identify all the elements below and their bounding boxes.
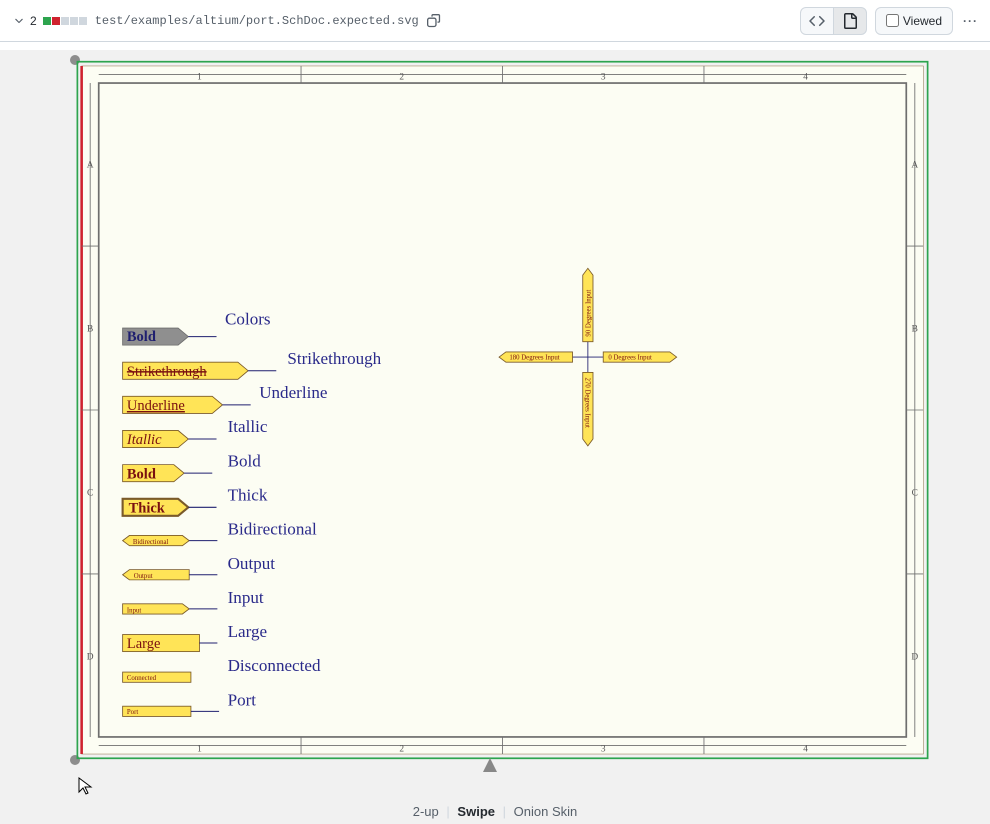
svg-text:Bold: Bold — [127, 329, 156, 345]
mode-2up[interactable]: 2-up — [413, 804, 439, 819]
svg-text:Large: Large — [228, 622, 267, 641]
svg-text:B: B — [912, 324, 918, 334]
svg-text:3: 3 — [601, 744, 606, 754]
svg-text:D: D — [87, 652, 94, 662]
svg-text:Input: Input — [228, 588, 264, 607]
svg-text:4: 4 — [803, 73, 808, 83]
file-path[interactable]: test/examples/altium/port.SchDoc.expecte… — [95, 14, 419, 28]
svg-text:1: 1 — [197, 73, 202, 83]
svg-text:Strikethrough: Strikethrough — [127, 364, 207, 380]
svg-text:270 Degrees Input: 270 Degrees Input — [583, 378, 590, 428]
copy-path-icon[interactable] — [427, 14, 441, 28]
svg-text:C: C — [87, 488, 93, 498]
diff-body: 1 2 3 4 1 2 3 4 A B C D A B C D Bold Colors Striketh… — [0, 50, 990, 824]
svg-text:Output: Output — [134, 573, 153, 580]
svg-text:Connected: Connected — [127, 675, 157, 682]
svg-text:Underline: Underline — [127, 398, 185, 414]
mode-swipe[interactable]: Swipe — [457, 804, 495, 819]
svg-text:Bold: Bold — [228, 451, 262, 470]
svg-text:D: D — [911, 652, 918, 662]
svg-text:A: A — [911, 161, 918, 171]
svg-text:3: 3 — [601, 73, 606, 83]
svg-text:Port: Port — [228, 690, 257, 709]
svg-text:Thick: Thick — [129, 500, 166, 516]
source-view-button[interactable] — [800, 7, 834, 35]
svg-text:Bidirectional: Bidirectional — [228, 520, 317, 539]
svg-text:0 Degrees Input: 0 Degrees Input — [608, 355, 652, 362]
changed-count: 2 — [30, 14, 37, 28]
diff-mode-switcher: 2-up | Swipe | Onion Skin — [0, 770, 990, 819]
svg-text:2: 2 — [399, 744, 404, 754]
svg-text:Input: Input — [127, 607, 141, 614]
file-header: 2 test/examples/altium/port.SchDoc.expec… — [0, 0, 990, 42]
viewed-label: Viewed — [903, 14, 942, 28]
svg-text:Disconnected: Disconnected — [228, 656, 321, 675]
svg-text:4: 4 — [803, 744, 808, 754]
diffstat-graph — [43, 17, 87, 25]
mode-onion[interactable]: Onion Skin — [514, 804, 578, 819]
svg-text:Underline: Underline — [259, 383, 327, 402]
display-mode-toggle — [800, 7, 867, 35]
svg-text:Bidirectional: Bidirectional — [133, 539, 169, 546]
svg-text:Bold: Bold — [127, 466, 156, 482]
svg-text:Large: Large — [127, 636, 161, 652]
svg-text:90 Degrees Input: 90 Degrees Input — [585, 290, 592, 337]
chevron-down-icon[interactable] — [12, 14, 26, 28]
svg-text:Itallic: Itallic — [126, 432, 162, 448]
svg-text:Thick: Thick — [228, 485, 268, 504]
svg-text:Itallic: Itallic — [228, 417, 268, 436]
viewed-checkbox[interactable] — [886, 14, 899, 27]
svg-text:Colors: Colors — [225, 310, 271, 329]
rendered-view-button[interactable] — [833, 7, 867, 35]
svg-text:Output: Output — [228, 554, 276, 573]
swipe-slider-handle[interactable] — [483, 758, 497, 772]
svg-text:180 Degrees Input: 180 Degrees Input — [509, 355, 559, 362]
svg-text:2: 2 — [399, 73, 404, 83]
viewed-toggle[interactable]: Viewed — [875, 7, 953, 35]
svg-text:C: C — [912, 488, 918, 498]
svg-text:Strikethrough: Strikethrough — [287, 349, 381, 368]
more-actions-icon[interactable]: ··· — [963, 14, 978, 28]
schematic-svg: 1 2 3 4 1 2 3 4 A B C D A B C D Bold Colors Striketh… — [75, 60, 930, 760]
svg-text:Port: Port — [127, 709, 138, 716]
image-diff-viewer: 1 2 3 4 1 2 3 4 A B C D A B C D Bold Colors Striketh… — [15, 50, 975, 770]
svg-text:A: A — [87, 161, 94, 171]
svg-text:B: B — [87, 324, 93, 334]
svg-text:1: 1 — [197, 744, 202, 754]
